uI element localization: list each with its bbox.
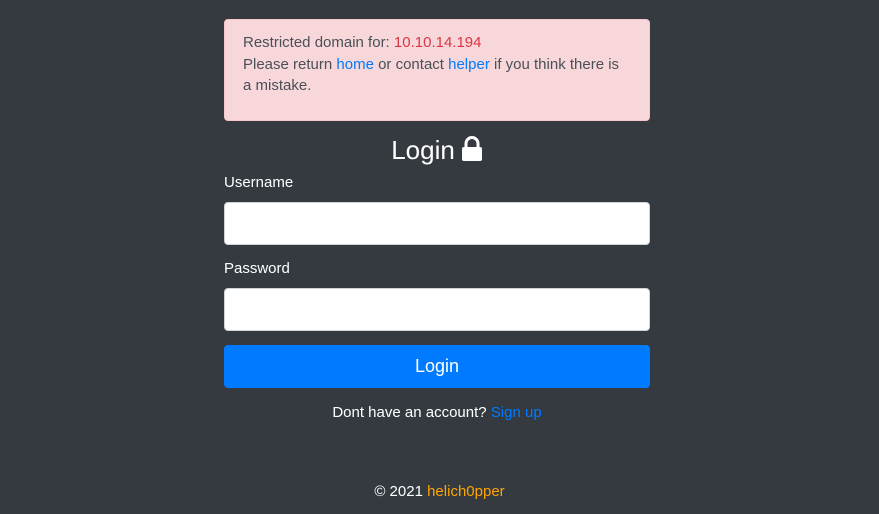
alert-return-text: Please return [243, 55, 337, 73]
username-label: Username [224, 174, 294, 191]
login-title-text: Login [391, 135, 455, 165]
lock-icon [461, 136, 482, 161]
password-label: Password [224, 260, 290, 277]
footer-brand: helich0pper [427, 483, 505, 500]
password-input[interactable] [224, 288, 650, 331]
footer-copyright: © 2021 [374, 483, 428, 500]
alert-contact-text: or contact [373, 55, 449, 73]
home-link[interactable]: home [336, 56, 374, 73]
alert-ip-address: 10.10.14.194 [393, 34, 482, 51]
login-heading: Login [224, 132, 650, 168]
helper-link[interactable]: helper [448, 56, 490, 73]
username-input[interactable] [224, 202, 650, 245]
signup-prompt: Dont have an account? Sign up [224, 403, 650, 423]
signup-prompt-text: Dont have an account? [332, 404, 491, 421]
signup-link[interactable]: Sign up [491, 404, 542, 421]
footer: © 2021 helich0pper [0, 482, 879, 502]
restricted-domain-alert: Restricted domain for: 10.10.14.194 Plea… [224, 19, 650, 121]
login-button[interactable]: Login [224, 345, 650, 388]
alert-restricted-text: Restricted domain for: [243, 34, 394, 51]
